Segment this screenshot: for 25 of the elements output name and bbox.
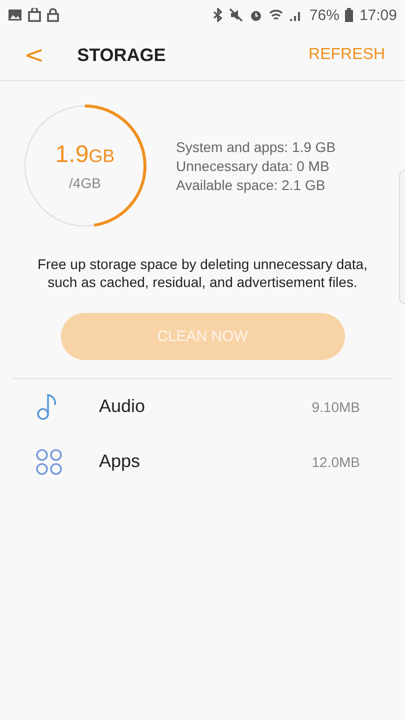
battery-percent: 76% xyxy=(309,6,340,24)
battery-icon xyxy=(345,8,354,22)
used-storage: 1.9GB xyxy=(55,141,115,169)
category-size: 9.10MB xyxy=(312,398,360,414)
back-button[interactable]: < xyxy=(24,41,44,69)
edge-panel-handle[interactable] xyxy=(399,170,405,304)
storage-detail: System and apps: 1.9 GB xyxy=(176,139,336,155)
category-size: 12.0MB xyxy=(312,454,360,470)
wifi-icon xyxy=(269,8,284,22)
alarm-clock-icon xyxy=(249,8,264,22)
storage-detail: Unnecessary data: 0 MB xyxy=(176,158,330,174)
image-icon xyxy=(8,9,22,21)
clock-time: 17:09 xyxy=(359,6,397,24)
refresh-button[interactable]: REFRESH xyxy=(308,46,385,64)
lock-icon xyxy=(47,8,59,22)
shopping-bag-icon xyxy=(28,8,41,22)
apps-grid-icon xyxy=(36,448,62,474)
storage-detail: Available space: 2.1 GB xyxy=(176,177,326,193)
bluetooth-icon xyxy=(213,8,224,22)
category-name[interactable]: Apps xyxy=(99,451,312,472)
description-text: Free up storage space by deleting unnecessary data, such as cached, residual, and advertisement files. xyxy=(36,255,368,291)
category-name[interactable]: Audio xyxy=(99,396,312,417)
page-title: STORAGE xyxy=(77,44,167,66)
mute-icon xyxy=(229,8,244,22)
total-storage: /4GB xyxy=(69,175,101,191)
